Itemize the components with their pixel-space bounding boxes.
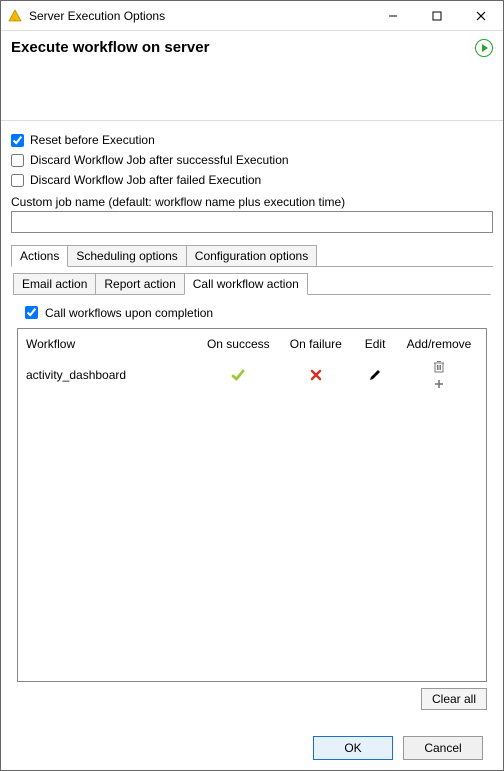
tab-config[interactable]: Configuration options bbox=[186, 245, 317, 266]
window-title: Server Execution Options bbox=[29, 9, 371, 23]
check-icon bbox=[230, 367, 246, 383]
col-edit: Edit bbox=[352, 333, 398, 355]
col-on-failure: On failure bbox=[279, 333, 352, 355]
remove-row-button[interactable] bbox=[400, 359, 478, 373]
reset-checkbox[interactable] bbox=[11, 134, 24, 147]
dialog-header: Execute workflow on server bbox=[1, 31, 503, 121]
dialog-title: Execute workflow on server bbox=[11, 39, 209, 56]
cell-on-success[interactable] bbox=[197, 355, 279, 394]
discard-failed-label: Discard Workflow Job after failed Execut… bbox=[30, 173, 261, 187]
custom-job-label: Custom job name (default: workflow name … bbox=[11, 195, 493, 209]
col-on-success: On success bbox=[197, 333, 279, 355]
clear-all-button[interactable]: Clear all bbox=[421, 688, 487, 710]
minimize-button[interactable] bbox=[371, 1, 415, 31]
cell-edit[interactable] bbox=[352, 355, 398, 394]
cell-workflow: activity_dashboard bbox=[24, 355, 197, 394]
table-header-row: Workflow On success On failure Edit Add/… bbox=[24, 333, 480, 355]
add-row-button[interactable] bbox=[400, 377, 478, 390]
discard-success-row[interactable]: Discard Workflow Job after successful Ex… bbox=[11, 151, 493, 169]
reset-checkbox-row[interactable]: Reset before Execution bbox=[11, 131, 493, 149]
col-workflow: Workflow bbox=[24, 333, 197, 355]
trash-icon bbox=[433, 360, 445, 373]
sub-tabs: Email action Report action Call workflow… bbox=[13, 273, 491, 295]
custom-job-input[interactable] bbox=[11, 211, 493, 233]
maximize-button[interactable] bbox=[415, 1, 459, 31]
workflows-table-box: Workflow On success On failure Edit Add/… bbox=[17, 328, 487, 682]
top-tabs: Actions Scheduling options Configuration… bbox=[11, 245, 493, 267]
dialog-footer: OK Cancel bbox=[11, 726, 493, 770]
tab-scheduling[interactable]: Scheduling options bbox=[67, 245, 186, 266]
pencil-icon bbox=[368, 368, 382, 382]
call-workflow-panel: Call workflows upon completion Workflow … bbox=[13, 295, 491, 710]
tab-report-action[interactable]: Report action bbox=[95, 273, 184, 294]
plus-icon bbox=[433, 378, 445, 390]
call-workflows-label: Call workflows upon completion bbox=[45, 306, 213, 320]
discard-success-checkbox[interactable] bbox=[11, 154, 24, 167]
clear-all-row: Clear all bbox=[17, 688, 487, 710]
cross-icon bbox=[309, 368, 323, 382]
cell-add-remove bbox=[398, 355, 480, 394]
cancel-button[interactable]: Cancel bbox=[403, 736, 483, 760]
discard-failed-row[interactable]: Discard Workflow Job after failed Execut… bbox=[11, 171, 493, 189]
call-workflows-checkbox[interactable] bbox=[25, 306, 38, 319]
discard-success-label: Discard Workflow Job after successful Ex… bbox=[30, 153, 289, 167]
reset-label: Reset before Execution bbox=[30, 133, 155, 147]
call-workflows-row[interactable]: Call workflows upon completion bbox=[21, 303, 487, 322]
titlebar: Server Execution Options bbox=[1, 1, 503, 31]
col-add-remove: Add/remove bbox=[398, 333, 480, 355]
tab-call-workflow-action[interactable]: Call workflow action bbox=[184, 273, 308, 295]
ok-button[interactable]: OK bbox=[313, 736, 393, 760]
actions-panel: Email action Report action Call workflow… bbox=[11, 267, 493, 710]
discard-failed-checkbox[interactable] bbox=[11, 174, 24, 187]
app-icon bbox=[7, 8, 23, 24]
cell-on-failure[interactable] bbox=[279, 355, 352, 394]
tab-email-action[interactable]: Email action bbox=[13, 273, 96, 294]
run-button[interactable] bbox=[475, 39, 493, 57]
close-button[interactable] bbox=[459, 1, 503, 31]
workflows-table: Workflow On success On failure Edit Add/… bbox=[24, 333, 480, 394]
table-row: activity_dashboard bbox=[24, 355, 480, 394]
tab-actions[interactable]: Actions bbox=[11, 245, 68, 267]
dialog-body: Reset before Execution Discard Workflow … bbox=[1, 121, 503, 770]
